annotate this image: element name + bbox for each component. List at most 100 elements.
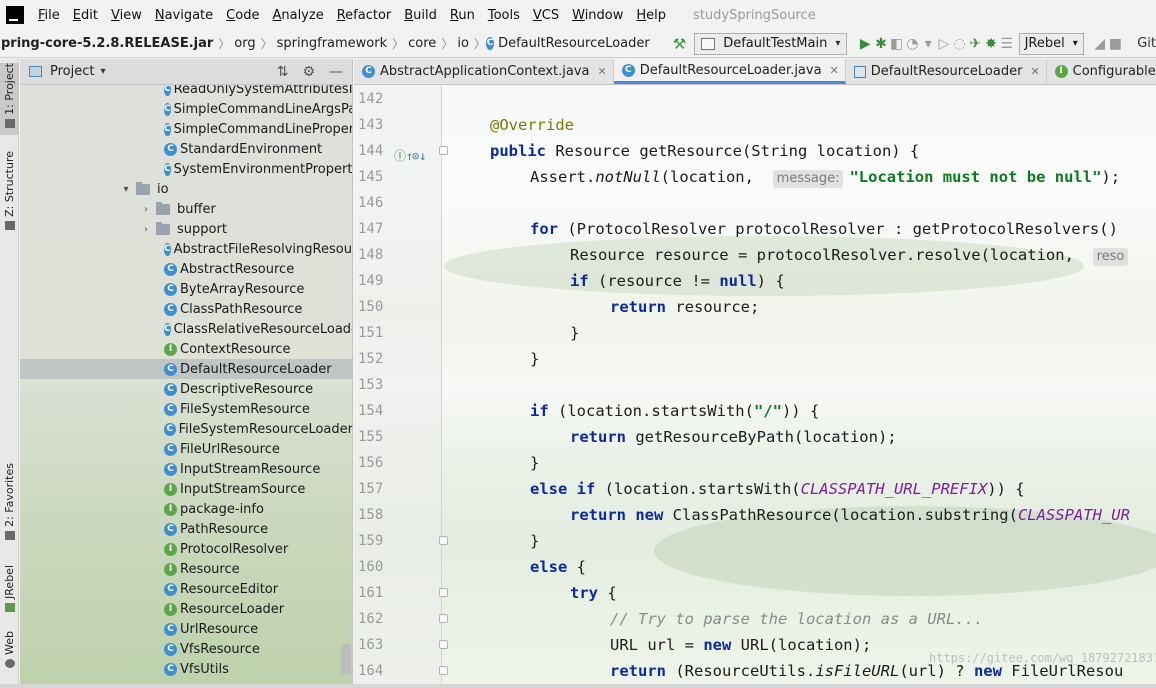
close-icon[interactable]: ✕ <box>598 65 607 78</box>
tree-item[interactable]: C AbstractFileResolvingResource <box>20 239 352 259</box>
line-number[interactable]: 149 <box>358 268 386 294</box>
structure-tool-button[interactable]: Z: Structure <box>0 151 19 233</box>
line-number[interactable]: 143 <box>358 112 386 138</box>
stop-square-icon[interactable]: ■ <box>1107 36 1123 52</box>
tree-item[interactable]: I ProtocolResolver <box>20 539 352 559</box>
tab-configurable-application-context[interactable]: I ConfigurableApplicationContext <box>1047 59 1156 84</box>
line-number[interactable]: 158 <box>358 502 386 528</box>
web-tool-button[interactable]: Web <box>0 631 19 679</box>
close-icon[interactable]: ✕ <box>830 64 839 77</box>
tree-item[interactable]: CSimpleCommandLineArgsParser <box>20 99 352 119</box>
tree-item[interactable]: C StandardEnvironment <box>20 139 352 159</box>
tree-item[interactable]: C AbstractResource <box>20 259 352 279</box>
gear-icon[interactable]: ⚙ <box>302 64 315 80</box>
tree-item[interactable]: I ResourceLoader <box>20 599 352 619</box>
project-tool-button[interactable]: 1: Project <box>0 63 19 135</box>
profile-icon[interactable]: ◔ <box>905 36 921 52</box>
attach-debugger-icon[interactable]: ◌ <box>952 36 968 52</box>
tree-item[interactable]: › buffer <box>20 199 352 219</box>
collapse-all-icon[interactable]: ⇅ <box>277 64 289 80</box>
menu-refactor[interactable]: Refactor <box>331 8 399 23</box>
line-number[interactable]: 152 <box>358 346 386 372</box>
line-number[interactable]: 154 <box>358 398 386 424</box>
line-number[interactable]: 159 <box>358 528 386 554</box>
line-number[interactable]: 144 <box>358 138 386 164</box>
line-number[interactable]: 145 <box>358 164 386 190</box>
line-number[interactable]: 155 <box>358 424 386 450</box>
chevron-right-icon[interactable]: › <box>140 224 152 235</box>
favorites-tool-button[interactable]: 2: Favorites <box>0 463 19 547</box>
fold-marker-icon[interactable] <box>439 146 448 155</box>
tree-item[interactable]: C ClassPathResource <box>20 299 352 319</box>
fold-marker-icon[interactable] <box>439 666 448 675</box>
menu-file[interactable]: File <box>32 8 67 23</box>
stop-icon[interactable]: ▷ <box>936 36 952 52</box>
line-number[interactable]: 156 <box>358 450 386 476</box>
line-number[interactable]: 150 <box>358 294 386 320</box>
breadcrumb-springframework[interactable]: springframework <box>273 36 392 51</box>
tree-item[interactable]: C DescriptiveResource <box>20 379 352 399</box>
debug-bug-icon[interactable]: ✱ <box>873 36 889 52</box>
menu-help[interactable]: Help <box>630 8 673 23</box>
tree-item[interactable]: CSimpleCommandLinePropertySource <box>20 119 352 139</box>
chevron-down-icon[interactable]: ▾ <box>100 66 105 77</box>
build-hammer-icon[interactable]: ⚒ <box>673 35 686 53</box>
line-number[interactable]: 162 <box>358 606 386 632</box>
run-icon[interactable]: ▶ <box>857 36 873 52</box>
breadcrumb-core[interactable]: core <box>404 36 441 51</box>
minimize-icon[interactable]: — <box>329 64 343 80</box>
tree-item[interactable]: I Resource <box>20 559 352 579</box>
breadcrumb-class[interactable]: DefaultResourceLoader <box>494 36 655 51</box>
menu-build[interactable]: Build <box>398 8 444 23</box>
jrebel-panel-icon[interactable]: ☰ <box>999 36 1015 52</box>
menu-tools[interactable]: Tools <box>482 8 527 23</box>
line-number[interactable]: 147 <box>358 216 386 242</box>
panel-scrollbar[interactable] <box>341 644 351 674</box>
coverage-icon[interactable]: ◧ <box>889 36 905 52</box>
tree-item[interactable]: C ClassRelativeResourceLoader <box>20 319 352 339</box>
jrebel-select[interactable]: JRebel ▾ <box>1018 32 1084 55</box>
tab-default-resource-loader-structure[interactable]: DefaultResourceLoader ✕ <box>846 59 1047 84</box>
more-run-chevron-icon[interactable]: ▾ <box>920 36 936 52</box>
git-label[interactable]: Git <box>1137 36 1156 51</box>
chevron-right-icon[interactable]: › <box>140 204 152 215</box>
tree-item[interactable]: › support <box>20 219 352 239</box>
run-configuration-select[interactable]: DefaultTestMain ▾ <box>694 32 848 55</box>
jrebel-tool-button[interactable]: JRebel <box>0 565 19 619</box>
breadcrumb-org[interactable]: org <box>230 36 260 51</box>
line-number[interactable]: 148 <box>358 242 386 268</box>
line-number[interactable]: 157 <box>358 476 386 502</box>
tree-item[interactable]: ▾ io <box>20 179 352 199</box>
line-number[interactable]: 153 <box>358 372 386 398</box>
line-number[interactable]: 142 <box>358 86 386 112</box>
jrebel-run-icon[interactable]: ✈ <box>967 36 983 52</box>
tree-item[interactable]: I ContextResource <box>20 339 352 359</box>
tree-item[interactable]: CSystemEnvironmentPropertySource <box>20 159 352 179</box>
tree-item[interactable]: C VfsUtils <box>20 659 352 679</box>
tree-item[interactable]: C FileSystemResourceLoader <box>20 419 352 439</box>
menu-navigate[interactable]: Navigate <box>149 8 220 23</box>
close-icon[interactable]: ✕ <box>1030 65 1039 78</box>
jrebel-debug-icon[interactable]: ✸ <box>983 36 999 52</box>
tree-item[interactable]: C InputStreamResource <box>20 459 352 479</box>
tree-item[interactable]: I InputStreamSource <box>20 479 352 499</box>
update-project-icon[interactable]: ◢ <box>1092 36 1108 52</box>
line-number[interactable]: 161 <box>358 580 386 606</box>
menu-run[interactable]: Run <box>444 8 482 23</box>
tree-item[interactable]: C FileSystemResource <box>20 399 352 419</box>
project-panel-title[interactable]: Project <box>50 64 94 79</box>
breadcrumb-jar[interactable]: pring-core-5.2.8.RELEASE.jar <box>0 36 218 51</box>
breadcrumb-io[interactable]: io <box>453 36 474 51</box>
tree-item[interactable]: C ResourceEditor <box>20 579 352 599</box>
fold-marker-icon[interactable] <box>439 536 448 545</box>
tree-item[interactable]: C FileUrlResource <box>20 439 352 459</box>
menu-vcs[interactable]: VCS <box>527 8 566 23</box>
line-number[interactable]: 164 <box>358 658 386 684</box>
menu-analyze[interactable]: Analyze <box>266 8 330 23</box>
fold-marker-icon[interactable] <box>439 640 448 649</box>
tab-default-resource-loader-java[interactable]: C DefaultResourceLoader.java ✕ <box>613 59 846 84</box>
fold-marker-icon[interactable] <box>439 588 448 597</box>
tab-abstract-application-context[interactable]: C AbstractApplicationContext.java ✕ <box>354 59 614 84</box>
fold-marker-icon[interactable] <box>439 614 448 623</box>
menu-edit[interactable]: Edit <box>67 8 105 23</box>
